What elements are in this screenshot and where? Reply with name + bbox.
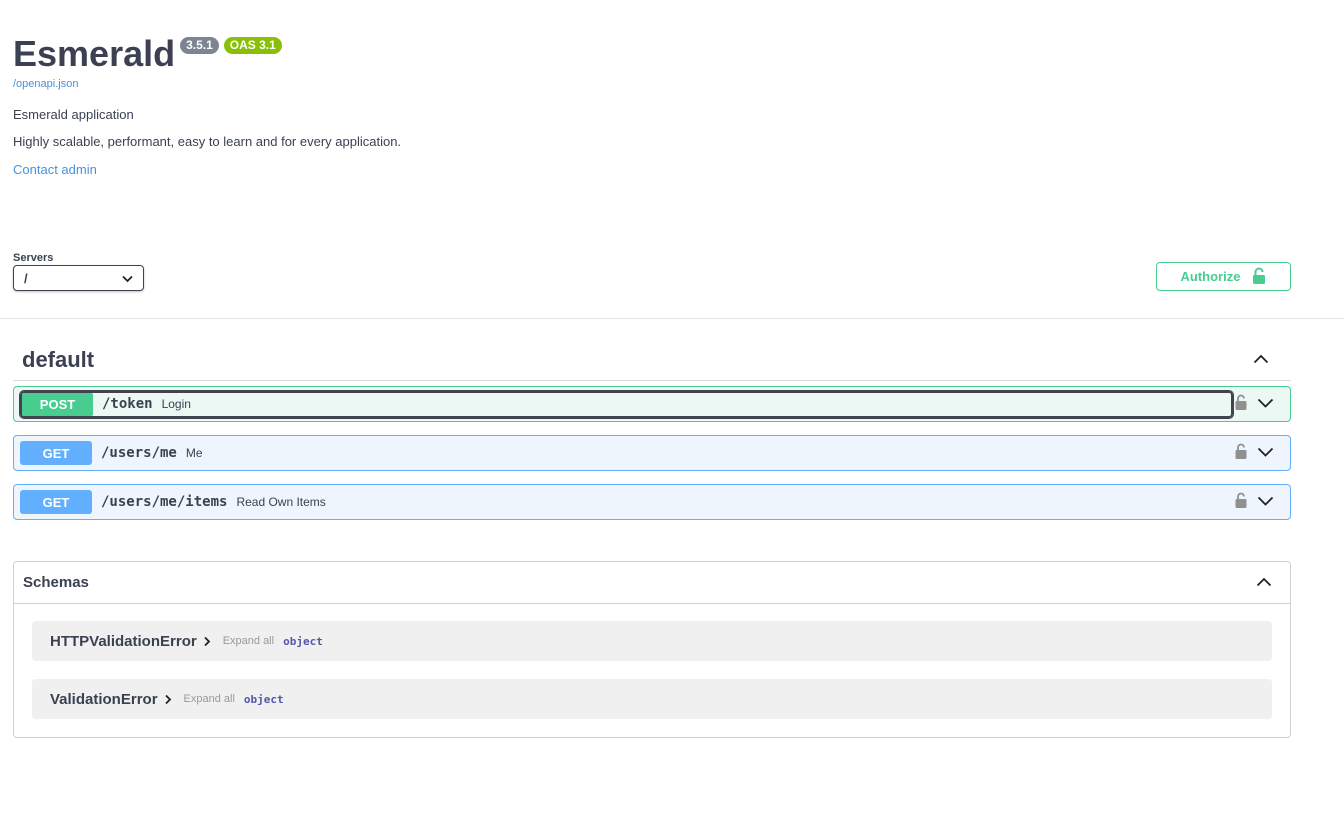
operation-summary-row[interactable]: POST /token Login xyxy=(20,390,1233,418)
model-name[interactable]: ValidationError xyxy=(50,691,158,708)
chevron-up-icon[interactable] xyxy=(1256,574,1272,592)
unlock-icon xyxy=(1252,267,1266,287)
operation-path: /token xyxy=(102,396,153,412)
operation-summary-row[interactable]: GET /users/me/items Read Own Items xyxy=(20,485,326,519)
lock-icon[interactable] xyxy=(1235,394,1247,415)
chevron-down-icon[interactable] xyxy=(1257,493,1274,511)
servers-label: Servers xyxy=(13,252,54,264)
operation-summary: Read Own Items xyxy=(236,495,326,509)
api-title: Esmerald xyxy=(13,33,176,74)
oas-badge: OAS 3.1 xyxy=(223,37,282,54)
title-row: Esmerald 3.5.1 OAS 3.1 xyxy=(13,34,813,74)
operation-controls xyxy=(1235,387,1274,421)
contact-admin-link[interactable]: Contact admin xyxy=(13,162,813,177)
openapi-spec-link[interactable]: /openapi.json xyxy=(13,78,813,90)
model-validationerror[interactable]: ValidationError Expand all object xyxy=(32,679,1272,719)
method-badge: GET xyxy=(20,490,92,514)
lock-icon[interactable] xyxy=(1235,492,1247,513)
chevron-down-icon xyxy=(122,271,133,286)
schemas-header[interactable]: Schemas xyxy=(14,562,1290,604)
chevron-down-icon[interactable] xyxy=(1257,444,1274,462)
version-badge: 3.5.1 xyxy=(180,37,219,54)
api-info: Esmerald 3.5.1 OAS 3.1 /openapi.json Esm… xyxy=(13,34,813,178)
method-badge: GET xyxy=(20,441,92,465)
authorize-label: Authorize xyxy=(1180,269,1241,284)
chevron-right-icon[interactable] xyxy=(164,694,172,705)
authorize-button[interactable]: Authorize xyxy=(1156,262,1291,291)
operation-summary-row[interactable]: GET /users/me Me xyxy=(20,436,203,470)
section-divider xyxy=(0,318,1344,319)
operation-summary: Login xyxy=(161,397,191,411)
operation-controls xyxy=(1235,485,1274,519)
operation-controls xyxy=(1235,436,1274,470)
schemas-section: Schemas HTTPValidationError Expand all o… xyxy=(13,561,1291,738)
chevron-right-icon[interactable] xyxy=(203,636,211,647)
server-select[interactable]: / xyxy=(13,265,144,291)
api-description: Esmerald application xyxy=(13,107,134,122)
expand-all-link[interactable]: Expand all xyxy=(184,693,235,705)
expand-all-link[interactable]: Expand all xyxy=(223,635,274,647)
model-name[interactable]: HTTPValidationError xyxy=(50,633,197,650)
model-httpvalidationerror[interactable]: HTTPValidationError Expand all object xyxy=(32,621,1272,661)
chevron-up-icon[interactable] xyxy=(1253,351,1269,369)
operation-post-token[interactable]: POST /token Login xyxy=(13,386,1291,422)
tag-title: default xyxy=(22,347,95,372)
lock-icon[interactable] xyxy=(1235,443,1247,464)
operation-get-users-me[interactable]: GET /users/me Me xyxy=(13,435,1291,471)
api-summary: Highly scalable, performant, easy to lea… xyxy=(13,134,402,149)
servers-section: Servers / xyxy=(13,252,144,291)
model-type: object xyxy=(243,692,284,706)
tag-default-header[interactable]: default xyxy=(13,340,1291,381)
operation-summary: Me xyxy=(185,446,203,460)
server-selected-value: / xyxy=(24,270,28,286)
method-badge: POST xyxy=(22,392,93,416)
schemas-title: Schemas xyxy=(23,574,89,591)
operation-get-users-me-items[interactable]: GET /users/me/items Read Own Items xyxy=(13,484,1291,520)
model-type: object xyxy=(283,634,323,648)
chevron-down-icon[interactable] xyxy=(1257,395,1274,413)
operation-path: /users/me xyxy=(101,445,177,461)
operation-path: /users/me/items xyxy=(101,494,228,510)
